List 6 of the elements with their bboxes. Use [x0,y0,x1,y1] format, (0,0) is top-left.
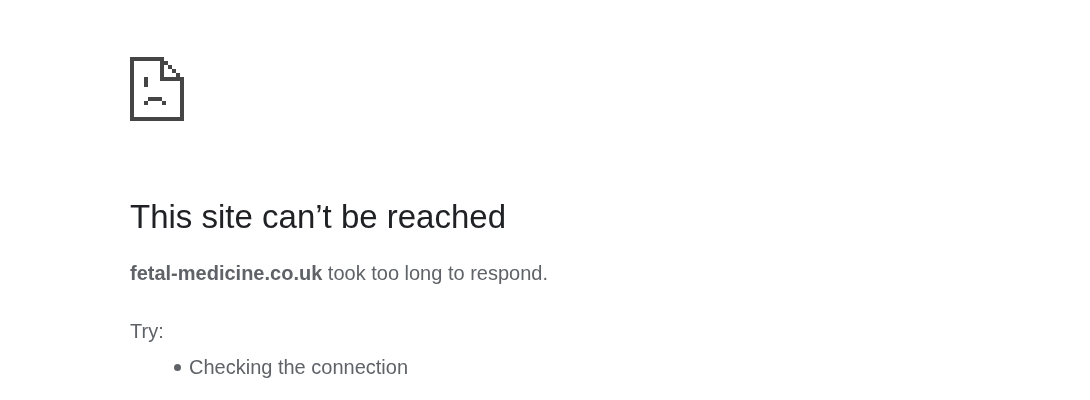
try-label: Try: [130,319,165,344]
error-heading: This site can’t be reached [130,197,508,237]
suggestion-text: Checking the connection [189,355,409,380]
sad-page-icon [130,57,184,121]
error-message: fetal-medicine.co.uk took too long to respond. [130,261,549,286]
bullet-icon [174,363,181,371]
